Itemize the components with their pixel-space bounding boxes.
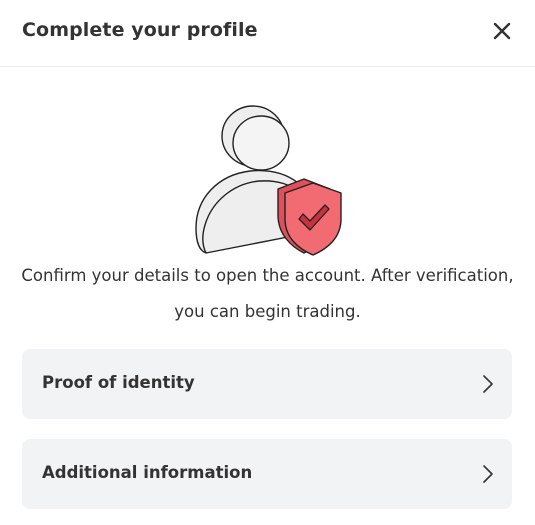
chevron-right-icon bbox=[483, 375, 493, 393]
close-button[interactable] bbox=[488, 17, 516, 45]
modal-header: Complete your profile bbox=[0, 0, 535, 67]
chevron-right-icon bbox=[483, 465, 493, 483]
profile-description: Confirm your details to open the account… bbox=[0, 258, 535, 330]
proof-of-identity-option[interactable]: Proof of identity bbox=[22, 349, 512, 419]
option-label: Additional information bbox=[42, 463, 253, 482]
description-line-1: Confirm your details to open the account… bbox=[21, 266, 514, 285]
close-icon bbox=[493, 22, 511, 40]
user-shield-check-icon bbox=[195, 105, 342, 256]
description-line-2: you can begin trading. bbox=[174, 302, 361, 321]
modal-title: Complete your profile bbox=[22, 19, 258, 41]
additional-information-option[interactable]: Additional information bbox=[22, 439, 512, 509]
option-label: Proof of identity bbox=[42, 373, 195, 392]
user-shield-illustration bbox=[188, 103, 348, 258]
complete-profile-modal: Complete your profile Confirm your detai… bbox=[0, 0, 535, 525]
